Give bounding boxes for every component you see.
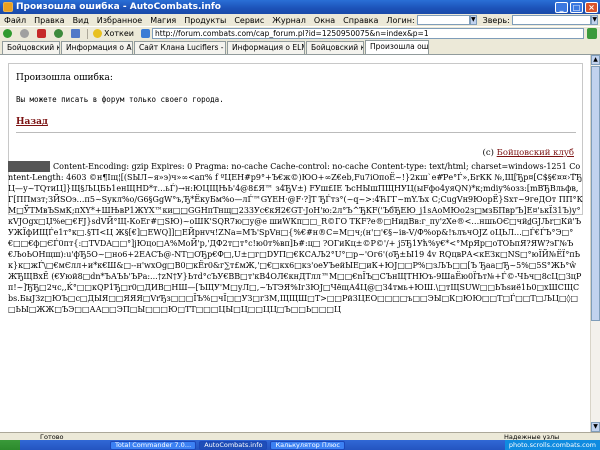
footer: (c) Бойцовский клуб — [483, 148, 574, 158]
taskbar: Total Commander 7.0… AutoCombats.info Ка… — [0, 440, 600, 450]
close-button[interactable]: × — [585, 1, 598, 13]
minimize-button[interactable]: _ — [555, 1, 568, 13]
beast-label: Зверь: — [482, 15, 510, 25]
copyright-mark: (c) — [482, 148, 494, 158]
chevron-down-icon[interactable]: ▼ — [469, 15, 477, 25]
page-icon — [141, 29, 150, 38]
hotkeys-button[interactable]: Хоткеи — [90, 28, 137, 40]
menu-view[interactable]: Вид — [69, 16, 93, 25]
title-bar: Произошла ошибка - AutoCombats.info _ □ … — [0, 0, 600, 14]
image-placeholder — [8, 161, 50, 172]
toolbar: Хоткеи http://forum.combats.com/cap_foru… — [0, 26, 600, 40]
address-bar[interactable]: http://forum.combats.com/cap_forum.pl?id… — [152, 28, 584, 39]
menu-edit[interactable]: Правка — [30, 16, 68, 25]
chevron-down-icon[interactable]: ▼ — [591, 15, 598, 25]
tab-clan-site[interactable]: Сайт Клана Luciflers - Состав — [134, 41, 226, 54]
forward-arrow-icon — [20, 29, 29, 38]
error-title: Произошла ошибка: — [16, 73, 113, 83]
menu-file[interactable]: Файл — [0, 16, 30, 25]
status-bar: Готово Надежные узлы — [0, 432, 600, 441]
taskbar-autocombats[interactable]: AutoCombats.info — [199, 440, 268, 450]
scroll-thumb[interactable] — [591, 66, 600, 321]
tab-info-elminous[interactable]: Информация о ELMINOUS — [227, 41, 305, 54]
refresh-icon — [54, 29, 63, 38]
scroll-down-icon[interactable]: ▼ — [591, 422, 600, 432]
forward-button[interactable] — [17, 28, 34, 40]
window-title: Произошла ошибка - AutoCombats.info — [16, 2, 221, 12]
divider — [16, 132, 576, 133]
menu-bar: Файл Правка Вид Избранное Магия Продукты… — [0, 14, 600, 26]
beast-select[interactable] — [511, 15, 592, 25]
login-label: Логин: — [386, 15, 415, 25]
scroll-up-icon[interactable]: ▲ — [591, 55, 600, 65]
tab-bar: Бойцовский клуб Информация о Andyson Сай… — [0, 40, 600, 55]
stop-icon — [37, 29, 46, 38]
start-button[interactable] — [0, 440, 20, 450]
menu-help[interactable]: Справка — [339, 16, 382, 25]
garbled-text: Content-Encoding: gzip Expires: 0 Pragma… — [8, 162, 583, 314]
back-arrow-icon — [3, 29, 12, 38]
garbled-response-text: Content-Encoding: gzip Expires: 0 Pragma… — [8, 161, 583, 431]
menu-favorites[interactable]: Избранное — [93, 16, 146, 25]
go-button[interactable] — [587, 28, 597, 39]
taskbar-total-commander[interactable]: Total Commander 7.0… — [110, 440, 197, 450]
login-select[interactable] — [416, 15, 470, 25]
system-tray: photo.scrolls.combats.com — [504, 440, 600, 450]
fight-club-link[interactable]: Бойцовский клуб — [497, 148, 574, 158]
page-content: Произошла ошибка: Вы можете писать в фор… — [0, 55, 590, 432]
stop-button[interactable] — [34, 28, 51, 40]
menu-windows[interactable]: Окна — [310, 16, 339, 25]
back-button[interactable] — [0, 28, 17, 40]
vertical-scrollbar[interactable]: ▲ ▼ — [590, 55, 600, 432]
menu-products[interactable]: Продукты — [180, 16, 230, 25]
refresh-button[interactable] — [51, 28, 68, 40]
tab-fight-club-2[interactable]: Бойцовский клуб — [306, 41, 364, 54]
hotkeys-label: Хоткеи — [104, 29, 134, 38]
menu-magic[interactable]: Магия — [146, 16, 180, 25]
tab-fight-club-1[interactable]: Бойцовский клуб — [2, 41, 60, 54]
star-icon — [93, 29, 102, 38]
error-message: Вы можете писать в форум только своего г… — [16, 95, 224, 104]
taskbar-calculator[interactable]: Калькулятор Плюс — [270, 440, 345, 450]
maximize-button[interactable]: □ — [570, 1, 583, 13]
menu-journal[interactable]: Журнал — [268, 16, 310, 25]
home-button[interactable] — [68, 28, 85, 40]
back-link[interactable]: Назад — [16, 117, 48, 127]
tab-error[interactable]: Произошла ошибка — [365, 40, 429, 54]
tab-info-andyson[interactable]: Информация о Andyson — [61, 41, 133, 54]
home-icon — [71, 29, 80, 38]
menu-service[interactable]: Сервис — [230, 16, 268, 25]
app-icon — [3, 2, 13, 12]
